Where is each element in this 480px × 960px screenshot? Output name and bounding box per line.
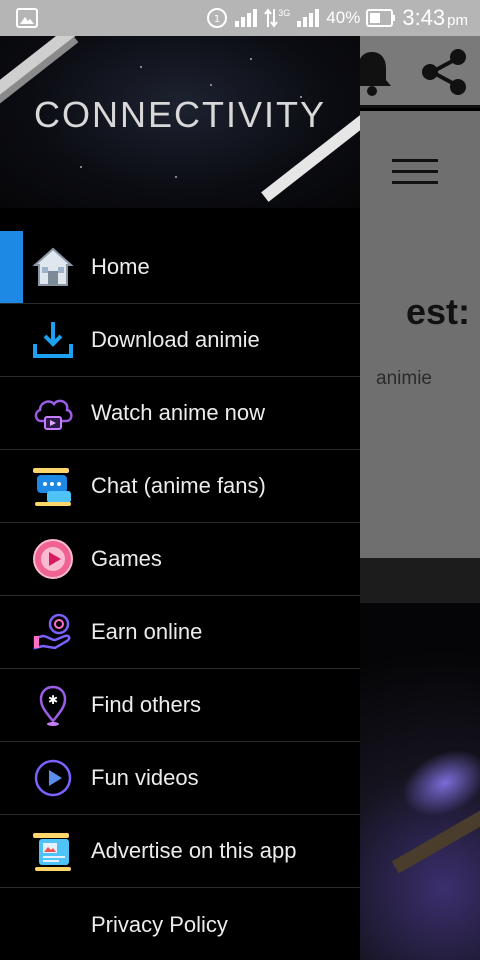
menu-item-download-animie[interactable]: Download animie	[0, 304, 360, 377]
download-icon	[33, 322, 73, 358]
menu-item-find-others[interactable]: ✱ Find others	[0, 669, 360, 742]
signal-icon	[235, 9, 258, 27]
battery-icon	[366, 9, 396, 27]
clock-ampm: pm	[447, 12, 468, 29]
clock-time: 3:43	[402, 5, 446, 30]
network-type-label: 3G	[278, 8, 291, 18]
svg-text:1: 1	[214, 14, 220, 25]
coin-hand-icon	[33, 613, 71, 650]
menu-item-label: Fun videos	[91, 765, 199, 790]
menu-item-chat-anime-fans[interactable]: Chat (anime fans)	[0, 450, 360, 523]
video-play-icon	[34, 759, 72, 797]
svg-text:✱: ✱	[48, 693, 58, 707]
menu-item-privacy-policy[interactable]: Privacy Policy	[0, 888, 360, 960]
chat-icon	[33, 468, 71, 506]
menu-item-watch-anime-now[interactable]: Watch anime now	[0, 377, 360, 450]
menu-item-label: Find others	[91, 692, 202, 717]
drawer-title: CONNECTIVITY	[33, 94, 326, 135]
menu-item-label: Download animie	[91, 327, 260, 352]
menu-item-label: Home	[91, 254, 150, 279]
drawer-header: CONNECTIVITY	[0, 36, 360, 208]
play-circle-icon	[33, 539, 73, 579]
ad-board-icon	[33, 833, 71, 871]
menu-item-label: Advertise on this app	[91, 838, 297, 863]
battery-percent: 40%	[326, 8, 361, 27]
menu-item-label: Earn online	[91, 619, 203, 644]
menu-item-label: Games	[91, 546, 162, 571]
navigation-drawer: CONNECTIVITY Home Download animie Watch …	[0, 36, 360, 960]
status-bar: 1 3G 40% 3:43 pm	[0, 0, 480, 36]
data-transfer-icon	[264, 8, 279, 28]
share-icon[interactable]	[418, 46, 470, 98]
clock: 3:43 pm	[402, 5, 468, 31]
active-indicator	[0, 231, 23, 303]
menu-item-games[interactable]: Games	[0, 523, 360, 596]
menu-item-advertise[interactable]: Advertise on this app	[0, 815, 360, 888]
hamburger-menu-icon[interactable]	[392, 159, 438, 185]
home-icon	[32, 247, 74, 286]
data-saver-icon: 1	[207, 8, 228, 28]
signal-2-icon	[297, 9, 320, 27]
drawer-menu: Home Download animie Watch anime now Cha…	[0, 231, 360, 960]
cloud-play-icon	[34, 399, 73, 430]
menu-item-label: Watch anime now	[91, 400, 266, 425]
menu-item-label: Chat (anime fans)	[91, 473, 266, 498]
menu-item-earn-online[interactable]: Earn online	[0, 596, 360, 669]
gallery-notification-icon	[16, 8, 38, 28]
menu-item-home[interactable]: Home	[0, 231, 360, 304]
anime-artwork-image	[360, 603, 480, 960]
menu-item-fun-videos[interactable]: Fun videos	[0, 742, 360, 815]
location-pin-icon: ✱	[39, 685, 67, 726]
menu-item-label: Privacy Policy	[91, 911, 228, 937]
